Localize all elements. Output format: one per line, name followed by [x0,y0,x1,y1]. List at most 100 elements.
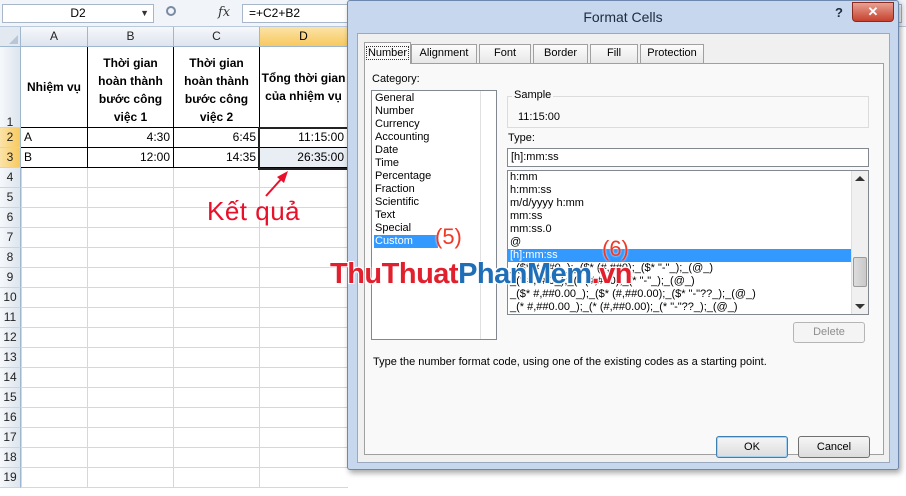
cell-b1[interactable]: Thời gian hoàn thành bước công việc 1 [88,47,174,128]
category-item[interactable]: Scientific [374,196,494,209]
cell-c1[interactable]: Thời gian hoàn thành bước công việc 2 [174,47,260,128]
row-header-13[interactable]: 13 [0,348,21,368]
gridline [173,168,174,488]
cell-b2[interactable]: 4:30 [88,128,174,148]
sample-group: Sample 11:15:00 [507,89,869,128]
cell-a1[interactable]: Nhiệm vụ [21,47,88,128]
close-button[interactable]: ✕ [852,2,894,22]
category-item[interactable]: General [374,92,494,105]
row-header-1[interactable]: 1 [0,47,21,129]
category-label: Category: [372,73,420,85]
category-scrollbar[interactable] [480,91,496,339]
sample-label: Sample [512,89,554,101]
header-step1-time: Thời gian hoàn thành bước công việc 1 [98,56,163,124]
header-task: Nhiệm vụ [26,79,81,94]
type-scrollbar[interactable] [851,171,868,314]
scroll-down-icon[interactable] [855,304,865,309]
type-item[interactable]: h:mm [508,171,868,184]
scroll-up-icon[interactable] [855,176,865,181]
row-header-18[interactable]: 18 [0,448,21,468]
row-header-15[interactable]: 15 [0,388,21,408]
category-item[interactable]: Special [374,222,494,235]
cell-b3[interactable]: 12:00 [88,148,174,168]
type-item[interactable]: @ [508,236,868,249]
zoom-icon [166,6,176,16]
tab-border[interactable]: Border [533,44,588,63]
category-item[interactable]: Percentage [374,170,494,183]
row-header-12[interactable]: 12 [0,328,21,348]
category-item[interactable]: Number [374,105,494,118]
tab-font[interactable]: Font [479,44,531,63]
category-item[interactable]: Accounting [374,131,494,144]
row-header-6[interactable]: 6 [0,208,21,228]
type-item[interactable]: m/d/yyyy h:mm [508,197,868,210]
type-item[interactable]: h:mm:ss [508,184,868,197]
sample-value: 11:15:00 [518,111,561,123]
type-item[interactable]: mm:ss [508,210,868,223]
row-header-3[interactable]: 3 [0,148,21,168]
cancel-button[interactable]: Cancel [798,436,870,458]
tab-alignment[interactable]: Alignment [411,44,477,63]
type-input[interactable]: [h]:mm:ss [507,148,869,167]
row-header-16[interactable]: 16 [0,408,21,428]
tab-number[interactable]: Number [364,42,411,64]
type-list[interactable]: h:mm h:mm:ss m/d/yyyy h:mm mm:ss mm:ss.0… [507,170,869,315]
watermark: ThuThuatPhanMem.vn [330,258,632,291]
cell-a3[interactable]: B [21,148,88,168]
category-item[interactable]: Text [374,209,494,222]
formula-tools: fx [160,4,240,23]
row-header-5[interactable]: 5 [0,188,21,208]
row-header-7[interactable]: 7 [0,228,21,248]
close-icon: ✕ [867,4,879,19]
row-header-8[interactable]: 8 [0,248,21,268]
ok-button[interactable]: OK [716,436,788,458]
help-button[interactable]: ? [828,4,850,22]
dialog-title: Format Cells [583,9,663,25]
header-step2-time: Thời gian hoàn thành bước công việc 2 [184,56,249,124]
select-all-icon [9,35,18,44]
header-total-time: Tổng thời gian của nhiệm vụ [261,70,346,103]
scroll-thumb[interactable] [853,257,867,287]
name-box[interactable]: D2 ▼ [2,4,154,23]
cell-d1[interactable]: Tổng thời gian của nhiệm vụ [260,47,348,128]
name-box-value: D2 [70,6,86,20]
row-header-17[interactable]: 17 [0,428,21,448]
column-header-b[interactable]: B [88,27,174,47]
row-header-11[interactable]: 11 [0,308,21,328]
category-item[interactable]: Time [374,157,494,170]
category-item[interactable]: Currency [374,118,494,131]
row-header-19[interactable]: 19 [0,468,21,488]
format-cells-dialog: Format Cells ? ✕ Number Alignment Font B… [347,0,899,470]
select-all-corner[interactable] [0,27,21,47]
category-list[interactable]: General Number Currency Accounting Date … [371,90,497,340]
column-header-c[interactable]: C [174,27,260,47]
chevron-down-icon[interactable]: ▼ [140,5,149,22]
fx-icon[interactable]: fx [218,5,230,20]
column-header-d[interactable]: D [260,27,348,47]
tab-fill[interactable]: Fill [590,44,638,63]
category-item[interactable]: Fraction [374,183,494,196]
result-label: Kết quả [207,196,301,226]
tab-protection[interactable]: Protection [640,44,704,63]
type-label: Type: [508,132,535,144]
delete-button[interactable]: Delete [793,322,865,343]
gridline [87,168,88,488]
category-item[interactable]: Date [374,144,494,157]
row-header-10[interactable]: 10 [0,288,21,308]
row-header-14[interactable]: 14 [0,368,21,388]
row-header-2[interactable]: 2 [0,128,21,148]
type-item[interactable]: mm:ss.0 [508,223,868,236]
type-item[interactable]: _(* #,##0.00_);_(* (#,##0.00);_(* "-"??_… [508,301,868,314]
watermark-part-3: .vn [591,258,633,290]
watermark-part-1: ThuThuat [330,258,459,290]
cell-a2[interactable]: A [21,128,88,148]
tab-number-label: Number [365,46,410,60]
selection-outline [258,127,350,170]
row-header-4[interactable]: 4 [0,168,21,188]
cell-c2[interactable]: 6:45 [174,128,260,148]
row-header-9[interactable]: 9 [0,268,21,288]
column-header-a[interactable]: A [21,27,88,47]
cell-c3[interactable]: 14:35 [174,148,260,168]
step-5-marker: (5) [435,224,462,249]
category-item-custom[interactable]: Custom [374,235,438,248]
